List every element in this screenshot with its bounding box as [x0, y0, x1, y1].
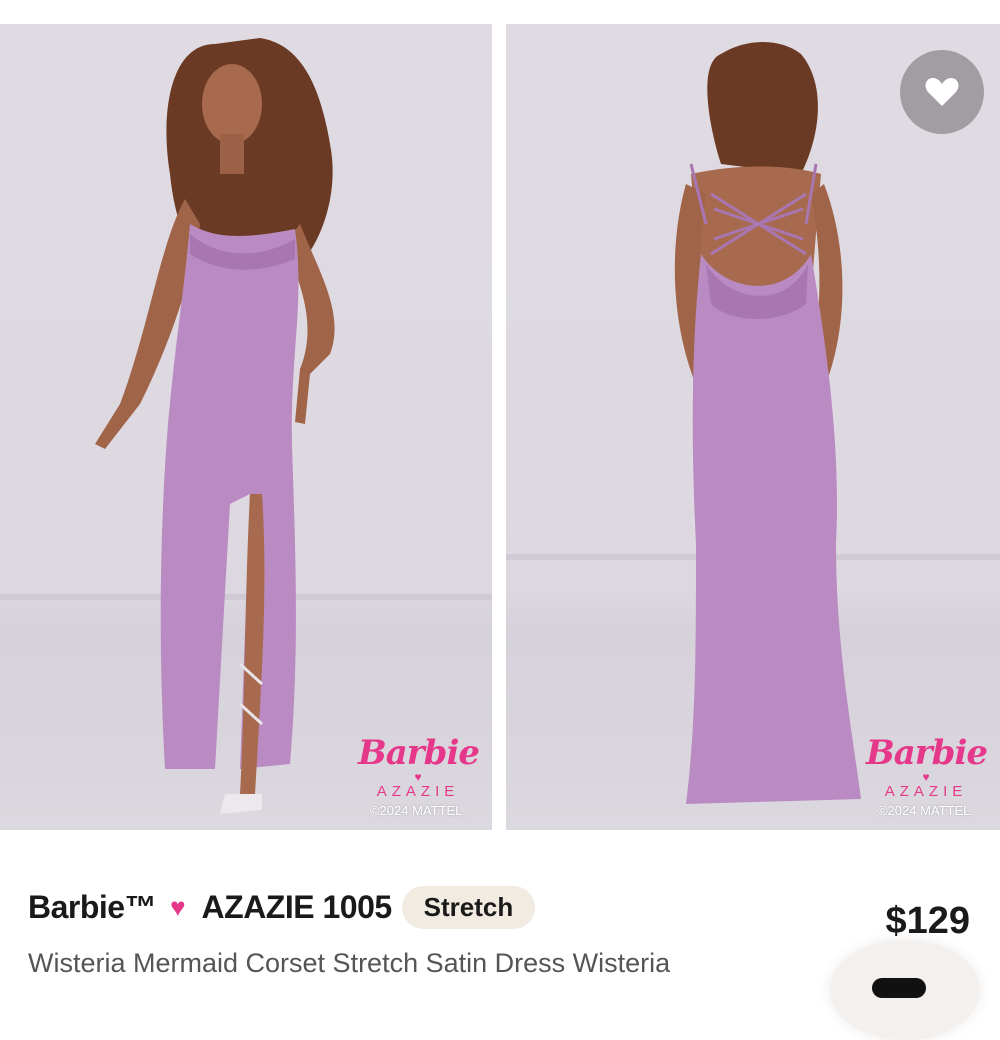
product-title-row: Barbie™ ♥ AZAZIE 1005 Stretch [28, 886, 536, 929]
collection-name[interactable]: AZAZIE 1005 [202, 889, 393, 926]
front-model-illustration [0, 38, 492, 814]
copyright-text: ©2024 MATTEL. [877, 803, 975, 818]
product-image-front[interactable]: Barbie ♥ AZAZIE ©2024 MATTEL. [0, 24, 492, 830]
product-name: Wisteria Mermaid Corset Stretch Satin Dr… [28, 948, 671, 978]
barbie-logo: Barbie [866, 733, 988, 773]
top-strip [0, 0, 1000, 24]
product-price: $129 [885, 900, 970, 942]
copyright-text: ©2024 MATTEL. [369, 803, 467, 818]
brand-name[interactable]: Barbie™ [28, 889, 157, 926]
barbie-azazie-watermark: Barbie ♥ AZAZIE ©2024 MATTEL. [358, 733, 480, 820]
heart-icon: ♥ [922, 770, 930, 784]
product-info: Barbie™ ♥ AZAZIE 1005 Stretch $129 Wiste… [0, 830, 1000, 1040]
favorite-button[interactable] [900, 50, 984, 134]
heart-icon: ♥ [414, 770, 422, 784]
heart-icon [925, 78, 959, 106]
product-image-back[interactable]: Barbie ♥ AZAZIE ©2024 MATTEL. [506, 24, 1000, 830]
stretch-badge: Stretch [401, 886, 536, 929]
barbie-logo: Barbie [358, 733, 480, 773]
back-model-illustration [506, 42, 1000, 804]
azazie-logo: AZAZIE [376, 783, 460, 800]
chat-button[interactable] [830, 940, 980, 1040]
azazie-logo: AZAZIE [884, 783, 968, 800]
chat-icon [872, 978, 926, 998]
heart-icon: ♥ [170, 892, 186, 922]
barbie-azazie-watermark: Barbie ♥ AZAZIE ©2024 MATTEL. [866, 733, 988, 820]
